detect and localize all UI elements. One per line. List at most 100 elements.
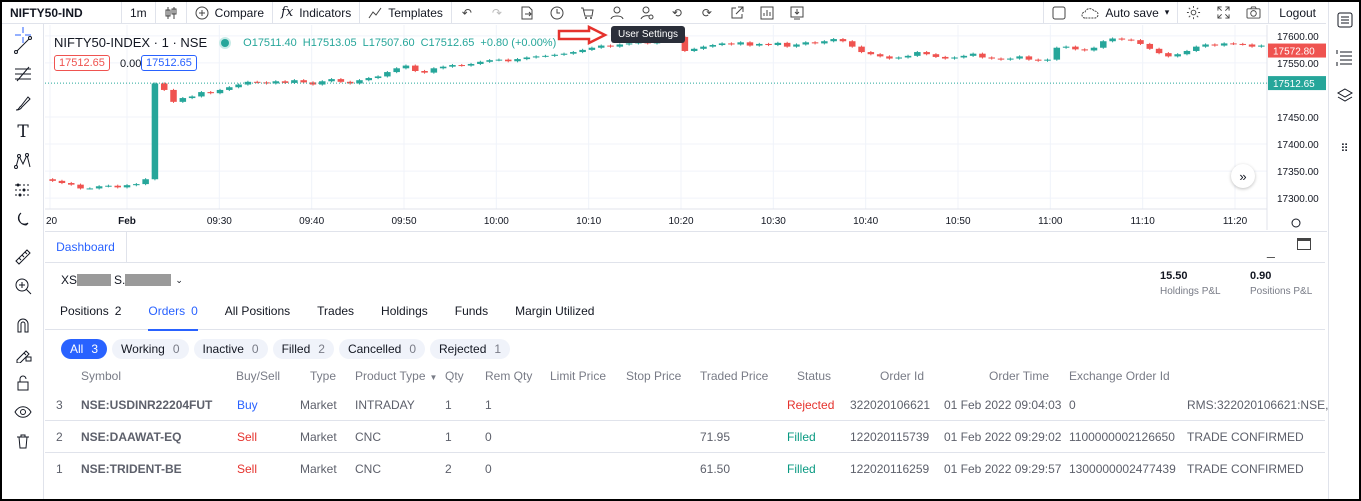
maximize-icon[interactable] bbox=[1297, 238, 1311, 250]
fib-tool-icon[interactable] bbox=[12, 63, 34, 85]
filter-filled[interactable]: Filled 2 bbox=[272, 339, 334, 359]
filter-rejected[interactable]: Rejected 1 bbox=[430, 339, 511, 359]
row-symbol[interactable]: NSE:DAAWAT-EQ bbox=[81, 430, 181, 444]
popout-button[interactable] bbox=[722, 2, 752, 24]
square-icon bbox=[1052, 6, 1066, 19]
trend-line-icon[interactable] bbox=[12, 34, 34, 56]
tab-positions[interactable]: Positions 2 bbox=[60, 304, 121, 330]
reset-button[interactable]: ⟲ bbox=[662, 2, 692, 24]
col-product-type[interactable]: Product Type ▼ bbox=[355, 369, 437, 383]
candle bbox=[997, 58, 1005, 60]
tab-margin-utilized[interactable]: Margin Utilized bbox=[515, 304, 594, 330]
undo-button[interactable]: ↶ bbox=[452, 2, 482, 24]
drag-handle-icon[interactable]: ⠿ bbox=[1335, 138, 1355, 158]
col-qty[interactable]: Qty bbox=[445, 369, 464, 383]
tab-orders[interactable]: Orders 0 bbox=[148, 304, 199, 331]
col-symbol[interactable]: Symbol bbox=[81, 369, 121, 383]
eye-icon[interactable] bbox=[12, 401, 34, 423]
order-panel-icon[interactable] bbox=[1335, 48, 1355, 68]
table-row[interactable]: 3 NSE:USDINR22204FUT Buy Market INTRADAY… bbox=[45, 389, 1344, 421]
filter-cancelled[interactable]: Cancelled 0 bbox=[338, 339, 425, 359]
lock-icon[interactable] bbox=[12, 372, 34, 394]
user-settings-button[interactable] bbox=[632, 2, 662, 24]
user-profile-button[interactable] bbox=[602, 2, 632, 24]
candle bbox=[1248, 44, 1256, 47]
row-symbol[interactable]: NSE:USDINR22204FUT bbox=[81, 398, 212, 412]
tab-funds[interactable]: Funds bbox=[455, 304, 488, 330]
sell-price-button[interactable]: 17512.65 bbox=[54, 55, 110, 71]
col-buy-sell[interactable]: Buy/Sell bbox=[236, 369, 280, 383]
ruler-icon[interactable] bbox=[12, 246, 34, 268]
buy-price-button[interactable]: 17512.65 bbox=[141, 55, 197, 71]
sync-icon: ⟳ bbox=[701, 5, 712, 20]
trash-icon[interactable] bbox=[12, 430, 34, 452]
col-order-id[interactable]: Order Id bbox=[880, 369, 924, 383]
templates-button[interactable]: Templates bbox=[360, 2, 452, 24]
interval-button[interactable]: 1m bbox=[122, 2, 156, 24]
layout-button[interactable] bbox=[1043, 2, 1073, 24]
panel-tabs: Positions 2 Orders 0 All Positions Trades … bbox=[45, 304, 1325, 331]
positions-pnl-value: 0.90 bbox=[1250, 270, 1272, 282]
scroll-to-realtime-button[interactable]: » bbox=[1231, 164, 1255, 188]
row-symbol[interactable]: NSE:TRIDENT-BE bbox=[81, 462, 182, 476]
row-message: TRADE CONFIRMED bbox=[1187, 462, 1304, 476]
autosave-button[interactable]: Auto save ▾ bbox=[1073, 2, 1179, 24]
tab-trades[interactable]: Trades bbox=[317, 304, 354, 330]
fullscreen-button[interactable] bbox=[1208, 2, 1238, 24]
tab-holdings[interactable]: Holdings bbox=[381, 304, 428, 330]
moon-icon[interactable] bbox=[12, 208, 34, 230]
row-traded-price: 71.95 bbox=[700, 430, 731, 444]
symbol-search[interactable]: NIFTY50-IND bbox=[2, 2, 122, 24]
zoom-in-icon[interactable] bbox=[12, 275, 34, 297]
account-selector[interactable]: XS S. ⌄ bbox=[61, 273, 183, 287]
col-order-time[interactable]: Order Time bbox=[989, 369, 1049, 383]
brush-icon[interactable] bbox=[12, 92, 34, 114]
lock-drawing-icon[interactable] bbox=[12, 343, 34, 365]
col-stop-price[interactable]: Stop Price bbox=[626, 369, 681, 383]
col-limit-price[interactable]: Limit Price bbox=[550, 369, 606, 383]
price-chart[interactable]: 17600.00 17550.00 17450.00 17400.00 17350.00… bbox=[45, 25, 1327, 230]
screenshot-list-button[interactable] bbox=[782, 2, 812, 24]
candle bbox=[802, 42, 810, 45]
tab-all-positions[interactable]: All Positions bbox=[225, 304, 290, 330]
table-row[interactable]: 2 NSE:DAAWAT-EQ Sell Market CNC 1 0 71.9… bbox=[45, 421, 1325, 453]
col-status[interactable]: Status bbox=[797, 369, 831, 383]
row-message: TRADE CONFIRMED bbox=[1187, 430, 1304, 444]
magnet-icon[interactable] bbox=[12, 314, 34, 336]
alert-button[interactable] bbox=[542, 2, 572, 24]
minimize-icon[interactable]: _ bbox=[1267, 242, 1275, 258]
logout-button[interactable]: Logout bbox=[1268, 2, 1326, 24]
export-button[interactable] bbox=[512, 2, 542, 24]
col-type[interactable]: Type bbox=[310, 369, 336, 383]
settings-button[interactable] bbox=[1178, 2, 1208, 24]
chart-canvas[interactable]: 17600.00 17550.00 17450.00 17400.00 17350.00… bbox=[45, 25, 1327, 230]
redo-button[interactable]: ↷ bbox=[482, 2, 512, 24]
compare-button[interactable]: Compare bbox=[187, 2, 274, 24]
snapshot-button[interactable] bbox=[1238, 2, 1268, 24]
row-order-id: 322020106621 bbox=[850, 398, 931, 412]
stats-button[interactable] bbox=[752, 2, 782, 24]
text-tool-icon[interactable]: T bbox=[12, 121, 34, 143]
filter-label: All bbox=[70, 342, 84, 356]
watchlist-icon[interactable] bbox=[1335, 10, 1355, 30]
prediction-icon[interactable] bbox=[12, 179, 34, 201]
y-tick-label: 17300.00 bbox=[1277, 194, 1319, 205]
candle bbox=[914, 52, 921, 56]
col-rem-qty[interactable]: Rem Qty bbox=[485, 369, 532, 383]
col-traded-price[interactable]: Traded Price bbox=[700, 369, 768, 383]
pattern-icon[interactable] bbox=[12, 150, 34, 172]
sync-button[interactable]: ⟳ bbox=[692, 2, 722, 24]
candle bbox=[858, 46, 865, 53]
indicators-button[interactable]: 𝑓x Indicators bbox=[273, 2, 361, 24]
filter-inactive[interactable]: Inactive 0 bbox=[193, 339, 268, 359]
tab-dashboard[interactable]: Dashboard bbox=[45, 232, 127, 262]
col-exchange-order-id[interactable]: Exchange Order Id bbox=[1069, 369, 1170, 383]
filter-all[interactable]: All 3 bbox=[61, 339, 108, 359]
table-row[interactable]: 1 NSE:TRIDENT-BE Sell Market CNC 2 0 61.… bbox=[45, 453, 1325, 485]
holdings-pnl-label: Holdings P&L bbox=[1160, 286, 1221, 297]
chart-type-button[interactable] bbox=[156, 2, 187, 24]
layers-icon[interactable] bbox=[1335, 86, 1355, 106]
basket-button[interactable] bbox=[572, 2, 602, 24]
filter-working[interactable]: Working 0 bbox=[112, 339, 189, 359]
candle bbox=[793, 44, 800, 47]
